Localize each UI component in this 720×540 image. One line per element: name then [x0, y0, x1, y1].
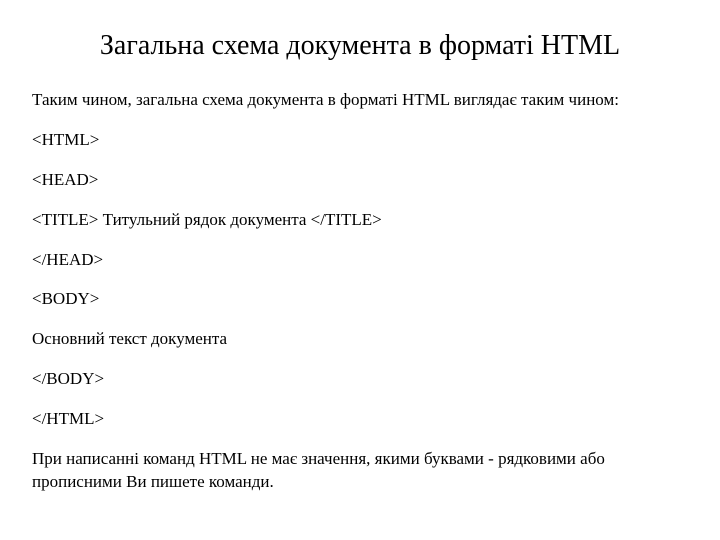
code-line-body-text: Основний текст документа	[32, 327, 688, 351]
page-title: Загальна схема документа в форматі HTML	[32, 28, 688, 64]
code-line-head-open: <HEAD>	[32, 168, 688, 192]
code-line-html-open: <HTML>	[32, 128, 688, 152]
code-line-head-close: </HEAD>	[32, 248, 688, 272]
code-line-title: <TITLE> Титульний рядок документа </TITL…	[32, 208, 688, 232]
code-line-html-close: </HTML>	[32, 407, 688, 431]
code-line-body-close: </BODY>	[32, 367, 688, 391]
outro-paragraph: При написанні команд HTML не має значенн…	[32, 447, 688, 495]
code-line-body-open: <BODY>	[32, 287, 688, 311]
intro-paragraph: Таким чином, загальна схема документа в …	[32, 88, 688, 112]
